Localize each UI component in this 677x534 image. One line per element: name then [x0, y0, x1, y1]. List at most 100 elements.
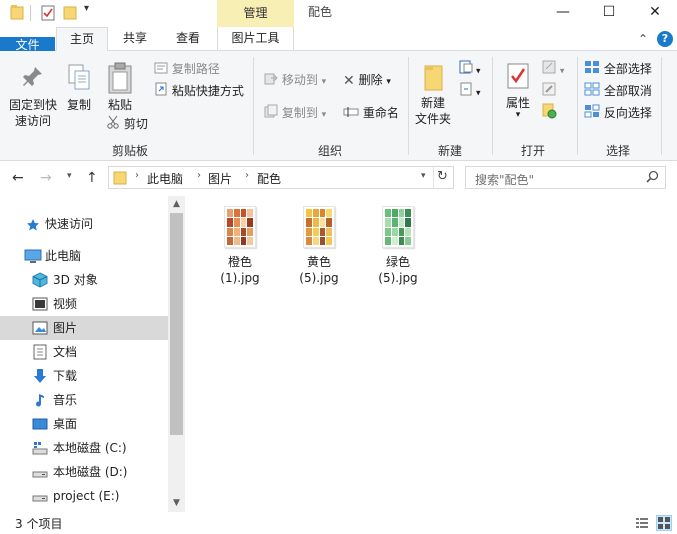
rename-button[interactable]: 重命名 — [343, 103, 399, 123]
new-folder-button[interactable]: 新建 文件夹 — [412, 63, 454, 127]
nav-item-quick-access[interactable]: 快速访问 — [0, 212, 168, 236]
copy-button[interactable]: 复制 — [62, 63, 96, 113]
file-item-orange[interactable]: 橙色 (1).jpg — [203, 206, 277, 286]
item-count: 3 个项目 — [15, 517, 63, 531]
breadcrumb-separator-icon[interactable]: › — [197, 170, 201, 181]
maximize-button[interactable]: ☐ — [586, 0, 632, 27]
copy-to-button[interactable]: 复制到 ▾ — [264, 103, 326, 123]
minimize-button[interactable]: — — [540, 0, 586, 27]
open-button[interactable]: ▾ — [541, 59, 564, 79]
select-none-icon — [584, 82, 600, 102]
search-box[interactable]: 搜索"配色" — [465, 166, 666, 189]
star-icon — [26, 216, 40, 240]
status-bar: 3 个项目 — [0, 512, 677, 534]
recent-locations-chevron-icon[interactable]: ▾ — [67, 171, 72, 181]
nav-label: 本地磁盘 (D:) — [53, 465, 128, 479]
forward-arrow-icon[interactable]: → — [40, 170, 52, 186]
color-swatch — [319, 227, 326, 236]
details-view-icon[interactable] — [634, 515, 650, 531]
scroll-up-icon[interactable]: ▲ — [168, 196, 185, 213]
pin-to-quick-access-button[interactable]: 固定到快 速访问 — [6, 65, 60, 129]
rename-icon — [343, 104, 359, 124]
nav-label: project (E:) — [53, 489, 120, 503]
nav-item-drive-d[interactable]: 本地磁盘 (D:) — [0, 460, 168, 484]
color-swatch — [385, 227, 391, 236]
nav-item-music[interactable]: 音乐 — [0, 388, 168, 412]
clipboard-group-label: 剪贴板 — [111, 144, 148, 158]
refresh-icon[interactable]: ↻ — [437, 169, 448, 184]
nav-item-downloads[interactable]: 下载 — [0, 364, 168, 388]
select-all-button[interactable]: 全部选择 — [584, 59, 652, 79]
nav-item-desktop[interactable]: 桌面 — [0, 412, 168, 436]
nav-item-pictures[interactable]: 图片 — [0, 316, 168, 340]
back-arrow-icon[interactable]: ← — [12, 170, 24, 186]
select-none-button[interactable]: 全部取消 — [584, 81, 652, 101]
nav-item-drive-e[interactable]: project (E:) — [0, 484, 168, 508]
large-icons-view-icon[interactable] — [656, 515, 672, 531]
history-button[interactable] — [541, 103, 557, 123]
history-icon — [541, 103, 557, 125]
help-icon[interactable]: ? — [657, 31, 673, 47]
paste-button[interactable]: 粘贴 — [100, 61, 140, 113]
scroll-down-icon[interactable]: ▼ — [168, 495, 185, 512]
color-swatch — [240, 209, 247, 218]
breadcrumb-this-pc[interactable]: 此电脑 — [147, 170, 183, 187]
tab-view[interactable]: 查看 — [162, 27, 214, 51]
address-bar[interactable]: › 此电脑 › 图片 › 配色 ▾ ↻ — [108, 166, 454, 189]
copy-path-icon — [154, 60, 168, 80]
delete-button[interactable]: ✕ 删除 ▾ — [343, 70, 391, 90]
invert-selection-button[interactable]: 反向选择 — [584, 103, 652, 123]
new-folder-label-line1: 新建 — [420, 96, 445, 110]
nav-item-this-pc[interactable]: 此电脑 — [0, 244, 168, 268]
nav-pane-scrollbar[interactable]: ▲ ▼ — [168, 196, 185, 512]
window-title: 配色 — [308, 5, 333, 19]
file-item-yellow[interactable]: 黄色 (5).jpg — [282, 206, 356, 286]
scrollbar-thumb[interactable] — [170, 213, 183, 435]
edit-button[interactable] — [541, 81, 557, 101]
copy-path-button[interactable]: 复制路径 — [154, 59, 220, 79]
close-button[interactable]: ✕ — [632, 0, 677, 27]
new-folder-icon[interactable] — [63, 4, 77, 23]
file-item-green[interactable]: 绿色 (5).jpg — [361, 206, 435, 286]
address-dropdown-icon[interactable]: ▾ — [421, 171, 426, 181]
color-swatch — [312, 218, 319, 227]
cut-button[interactable]: 剪切 — [106, 114, 148, 134]
pin-icon — [6, 65, 60, 97]
file-name-line2: (5).jpg — [378, 271, 418, 285]
tab-home[interactable]: 主页 — [56, 27, 108, 52]
color-swatch — [405, 209, 411, 218]
folder-icon[interactable] — [10, 4, 24, 23]
search-icon[interactable] — [646, 170, 659, 187]
breadcrumb-pictures[interactable]: 图片 — [208, 170, 232, 187]
search-input[interactable]: 搜索"配色" — [475, 171, 534, 188]
paste-shortcut-button[interactable]: 粘贴快捷方式 — [154, 81, 244, 101]
nav-label: 下载 — [53, 369, 78, 383]
nav-item-3d-objects[interactable]: 3D 对象 — [0, 268, 168, 292]
breadcrumb-separator-icon[interactable]: › — [245, 170, 249, 181]
folder-icon — [113, 170, 127, 188]
tab-share[interactable]: 共享 — [110, 27, 160, 51]
color-swatch — [306, 227, 312, 236]
select-all-label: 全部选择 — [603, 62, 652, 76]
breadcrumb-current[interactable]: 配色 — [257, 170, 281, 187]
properties-button[interactable]: 属性 ▾ — [498, 61, 538, 120]
context-tab-manage[interactable]: 管理 — [217, 0, 294, 27]
nav-item-documents[interactable]: 文档 — [0, 340, 168, 364]
collapse-ribbon-icon[interactable]: ⌃ — [638, 32, 648, 46]
up-arrow-icon[interactable]: ↑ — [86, 170, 98, 186]
color-swatch — [247, 236, 253, 245]
customize-quick-access-icon[interactable]: ▾ — [84, 3, 89, 14]
color-swatch — [398, 218, 405, 227]
nav-item-drive-c[interactable]: 本地磁盘 (C:) — [0, 436, 168, 460]
properties-icon[interactable] — [40, 4, 56, 25]
open-group-label: 打开 — [520, 144, 545, 158]
color-swatch — [306, 236, 312, 245]
easy-access-button[interactable]: ▾ — [458, 81, 481, 101]
new-item-button[interactable]: ▾ — [458, 59, 481, 79]
nav-item-videos[interactable]: 视频 — [0, 292, 168, 316]
color-swatch — [227, 236, 233, 245]
color-swatch — [247, 209, 253, 218]
tab-picture-tools[interactable]: 图片工具 — [217, 27, 294, 51]
breadcrumb-separator-icon[interactable]: › — [135, 170, 139, 181]
move-to-button[interactable]: 移动到 ▾ — [264, 70, 326, 90]
